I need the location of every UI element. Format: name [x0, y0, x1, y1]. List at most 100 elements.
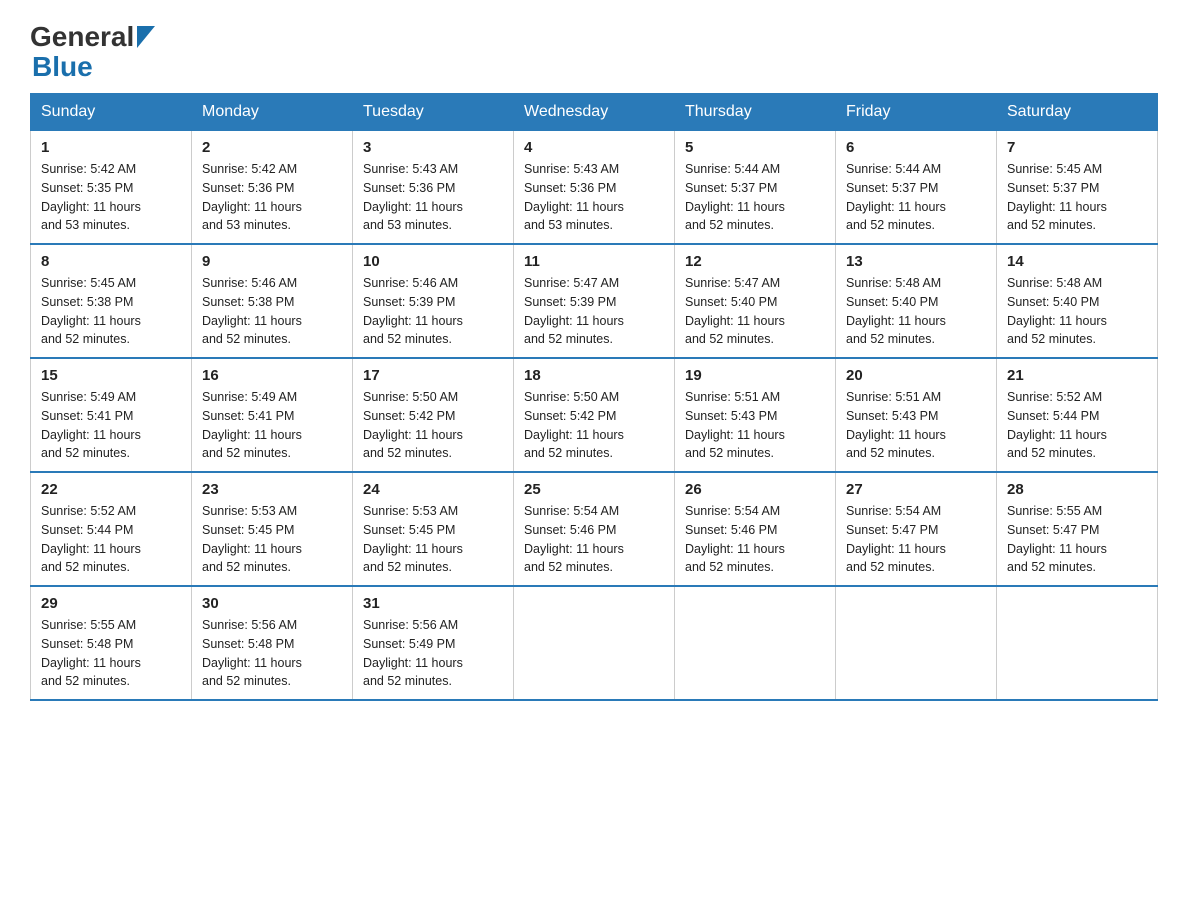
calendar-cell: 30 Sunrise: 5:56 AM Sunset: 5:48 PM Dayl… [192, 586, 353, 700]
day-number: 10 [363, 253, 503, 270]
calendar-cell: 1 Sunrise: 5:42 AM Sunset: 5:35 PM Dayli… [31, 130, 192, 244]
day-number: 14 [1007, 253, 1147, 270]
day-info: Sunrise: 5:48 AM Sunset: 5:40 PM Dayligh… [846, 274, 986, 349]
day-info: Sunrise: 5:53 AM Sunset: 5:45 PM Dayligh… [363, 502, 503, 577]
day-number: 27 [846, 481, 986, 498]
day-info: Sunrise: 5:42 AM Sunset: 5:35 PM Dayligh… [41, 160, 181, 235]
calendar-cell: 18 Sunrise: 5:50 AM Sunset: 5:42 PM Dayl… [514, 358, 675, 472]
day-number: 29 [41, 595, 181, 612]
day-info: Sunrise: 5:50 AM Sunset: 5:42 PM Dayligh… [363, 388, 503, 463]
day-info: Sunrise: 5:44 AM Sunset: 5:37 PM Dayligh… [685, 160, 825, 235]
day-info: Sunrise: 5:48 AM Sunset: 5:40 PM Dayligh… [1007, 274, 1147, 349]
calendar-cell: 7 Sunrise: 5:45 AM Sunset: 5:37 PM Dayli… [997, 130, 1158, 244]
calendar-cell: 29 Sunrise: 5:55 AM Sunset: 5:48 PM Dayl… [31, 586, 192, 700]
calendar-cell: 23 Sunrise: 5:53 AM Sunset: 5:45 PM Dayl… [192, 472, 353, 586]
calendar-cell: 8 Sunrise: 5:45 AM Sunset: 5:38 PM Dayli… [31, 244, 192, 358]
day-info: Sunrise: 5:43 AM Sunset: 5:36 PM Dayligh… [363, 160, 503, 235]
calendar-cell: 9 Sunrise: 5:46 AM Sunset: 5:38 PM Dayli… [192, 244, 353, 358]
calendar-cell [836, 586, 997, 700]
day-number: 15 [41, 367, 181, 384]
day-info: Sunrise: 5:54 AM Sunset: 5:46 PM Dayligh… [524, 502, 664, 577]
day-info: Sunrise: 5:43 AM Sunset: 5:36 PM Dayligh… [524, 160, 664, 235]
calendar-cell: 21 Sunrise: 5:52 AM Sunset: 5:44 PM Dayl… [997, 358, 1158, 472]
page-header: General Blue [30, 20, 1158, 83]
day-info: Sunrise: 5:49 AM Sunset: 5:41 PM Dayligh… [41, 388, 181, 463]
day-info: Sunrise: 5:52 AM Sunset: 5:44 PM Dayligh… [41, 502, 181, 577]
weekday-header-friday: Friday [836, 94, 997, 130]
day-number: 23 [202, 481, 342, 498]
calendar-cell: 6 Sunrise: 5:44 AM Sunset: 5:37 PM Dayli… [836, 130, 997, 244]
weekday-header-thursday: Thursday [675, 94, 836, 130]
calendar-cell: 28 Sunrise: 5:55 AM Sunset: 5:47 PM Dayl… [997, 472, 1158, 586]
calendar-cell: 27 Sunrise: 5:54 AM Sunset: 5:47 PM Dayl… [836, 472, 997, 586]
day-number: 20 [846, 367, 986, 384]
weekday-header-row: SundayMondayTuesdayWednesdayThursdayFrid… [31, 94, 1158, 130]
day-number: 3 [363, 139, 503, 156]
day-number: 17 [363, 367, 503, 384]
day-info: Sunrise: 5:56 AM Sunset: 5:48 PM Dayligh… [202, 616, 342, 691]
calendar-cell: 19 Sunrise: 5:51 AM Sunset: 5:43 PM Dayl… [675, 358, 836, 472]
weekday-header-tuesday: Tuesday [353, 94, 514, 130]
day-info: Sunrise: 5:46 AM Sunset: 5:39 PM Dayligh… [363, 274, 503, 349]
calendar-cell: 26 Sunrise: 5:54 AM Sunset: 5:46 PM Dayl… [675, 472, 836, 586]
day-number: 19 [685, 367, 825, 384]
day-number: 21 [1007, 367, 1147, 384]
weekday-header-saturday: Saturday [997, 94, 1158, 130]
calendar-cell: 3 Sunrise: 5:43 AM Sunset: 5:36 PM Dayli… [353, 130, 514, 244]
day-number: 9 [202, 253, 342, 270]
day-number: 28 [1007, 481, 1147, 498]
day-info: Sunrise: 5:44 AM Sunset: 5:37 PM Dayligh… [846, 160, 986, 235]
calendar-cell: 11 Sunrise: 5:47 AM Sunset: 5:39 PM Dayl… [514, 244, 675, 358]
day-number: 2 [202, 139, 342, 156]
day-info: Sunrise: 5:52 AM Sunset: 5:44 PM Dayligh… [1007, 388, 1147, 463]
calendar-cell: 12 Sunrise: 5:47 AM Sunset: 5:40 PM Dayl… [675, 244, 836, 358]
day-number: 24 [363, 481, 503, 498]
calendar-cell: 16 Sunrise: 5:49 AM Sunset: 5:41 PM Dayl… [192, 358, 353, 472]
week-row-4: 22 Sunrise: 5:52 AM Sunset: 5:44 PM Dayl… [31, 472, 1158, 586]
day-number: 5 [685, 139, 825, 156]
calendar-cell [675, 586, 836, 700]
calendar-cell: 5 Sunrise: 5:44 AM Sunset: 5:37 PM Dayli… [675, 130, 836, 244]
calendar-cell [514, 586, 675, 700]
week-row-2: 8 Sunrise: 5:45 AM Sunset: 5:38 PM Dayli… [31, 244, 1158, 358]
week-row-3: 15 Sunrise: 5:49 AM Sunset: 5:41 PM Dayl… [31, 358, 1158, 472]
calendar-cell: 4 Sunrise: 5:43 AM Sunset: 5:36 PM Dayli… [514, 130, 675, 244]
day-info: Sunrise: 5:55 AM Sunset: 5:47 PM Dayligh… [1007, 502, 1147, 577]
calendar-table: SundayMondayTuesdayWednesdayThursdayFrid… [30, 93, 1158, 701]
day-number: 26 [685, 481, 825, 498]
calendar-cell: 25 Sunrise: 5:54 AM Sunset: 5:46 PM Dayl… [514, 472, 675, 586]
weekday-header-wednesday: Wednesday [514, 94, 675, 130]
calendar-cell: 17 Sunrise: 5:50 AM Sunset: 5:42 PM Dayl… [353, 358, 514, 472]
day-info: Sunrise: 5:47 AM Sunset: 5:39 PM Dayligh… [524, 274, 664, 349]
day-info: Sunrise: 5:53 AM Sunset: 5:45 PM Dayligh… [202, 502, 342, 577]
logo-triangle-icon [137, 26, 155, 48]
calendar-cell: 22 Sunrise: 5:52 AM Sunset: 5:44 PM Dayl… [31, 472, 192, 586]
calendar-cell: 14 Sunrise: 5:48 AM Sunset: 5:40 PM Dayl… [997, 244, 1158, 358]
logo: General Blue [30, 20, 155, 83]
day-number: 25 [524, 481, 664, 498]
calendar-cell: 15 Sunrise: 5:49 AM Sunset: 5:41 PM Dayl… [31, 358, 192, 472]
weekday-header-sunday: Sunday [31, 94, 192, 130]
day-info: Sunrise: 5:46 AM Sunset: 5:38 PM Dayligh… [202, 274, 342, 349]
day-number: 18 [524, 367, 664, 384]
logo-blue: Blue [32, 51, 93, 82]
day-info: Sunrise: 5:51 AM Sunset: 5:43 PM Dayligh… [846, 388, 986, 463]
calendar-cell: 20 Sunrise: 5:51 AM Sunset: 5:43 PM Dayl… [836, 358, 997, 472]
day-info: Sunrise: 5:45 AM Sunset: 5:37 PM Dayligh… [1007, 160, 1147, 235]
day-info: Sunrise: 5:54 AM Sunset: 5:46 PM Dayligh… [685, 502, 825, 577]
day-number: 12 [685, 253, 825, 270]
day-info: Sunrise: 5:47 AM Sunset: 5:40 PM Dayligh… [685, 274, 825, 349]
weekday-header-monday: Monday [192, 94, 353, 130]
calendar-cell: 13 Sunrise: 5:48 AM Sunset: 5:40 PM Dayl… [836, 244, 997, 358]
day-info: Sunrise: 5:54 AM Sunset: 5:47 PM Dayligh… [846, 502, 986, 577]
day-info: Sunrise: 5:49 AM Sunset: 5:41 PM Dayligh… [202, 388, 342, 463]
day-number: 30 [202, 595, 342, 612]
day-number: 7 [1007, 139, 1147, 156]
logo-general: General [30, 21, 134, 53]
day-number: 8 [41, 253, 181, 270]
day-info: Sunrise: 5:51 AM Sunset: 5:43 PM Dayligh… [685, 388, 825, 463]
calendar-cell: 2 Sunrise: 5:42 AM Sunset: 5:36 PM Dayli… [192, 130, 353, 244]
day-info: Sunrise: 5:45 AM Sunset: 5:38 PM Dayligh… [41, 274, 181, 349]
calendar-cell: 31 Sunrise: 5:56 AM Sunset: 5:49 PM Dayl… [353, 586, 514, 700]
day-number: 22 [41, 481, 181, 498]
